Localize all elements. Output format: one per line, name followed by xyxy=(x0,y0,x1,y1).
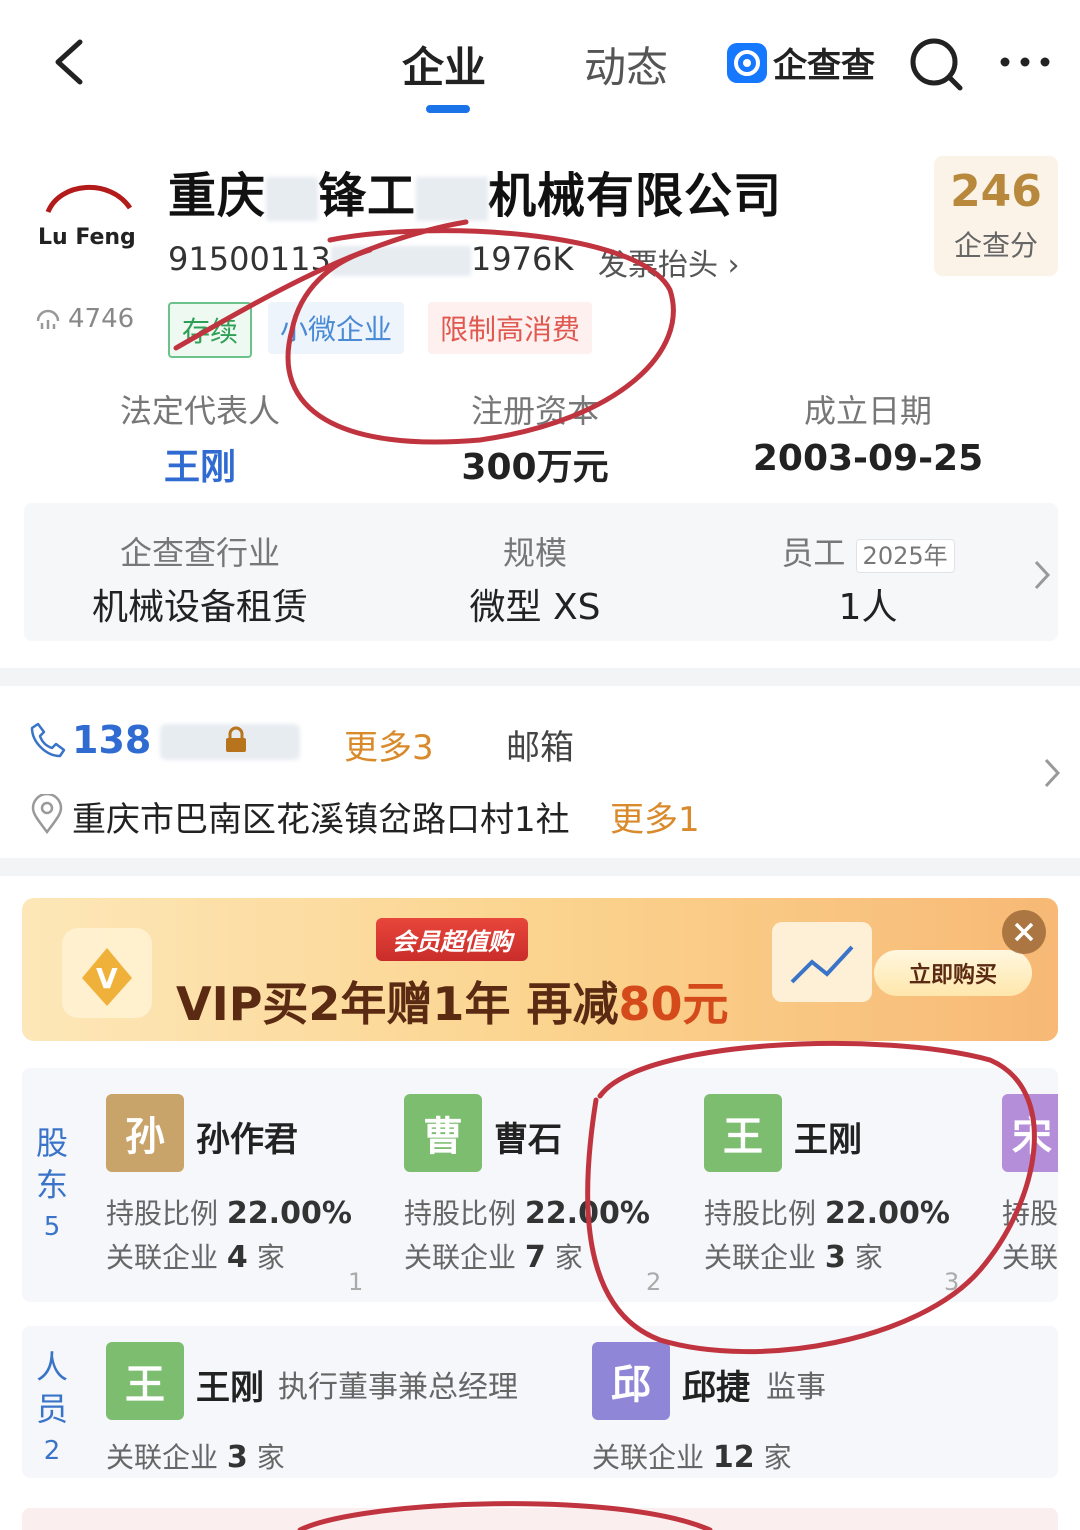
size-badge[interactable]: 小微企业 xyxy=(268,302,405,354)
chevron-right-icon[interactable] xyxy=(1030,558,1052,592)
shareholder-name[interactable]: 孙作君 xyxy=(196,1112,298,1161)
invoice-header-link[interactable]: 发票抬头 › xyxy=(598,240,740,284)
person-role: 监事 xyxy=(766,1370,826,1405)
promo-badge: 会员超值购 xyxy=(376,918,528,961)
back-arrow-icon[interactable] xyxy=(50,38,98,86)
shareholder-ratio: 持股比例 22.00% xyxy=(704,1196,950,1231)
shareholder-related[interactable]: 关联企业 4 家 xyxy=(106,1236,285,1276)
card-index: 3 xyxy=(944,1268,960,1296)
company-address[interactable]: 重庆市巴南区花溪镇岔路口村1社 xyxy=(72,792,570,841)
avatar[interactable]: 曹 xyxy=(404,1094,482,1172)
redacted-block xyxy=(416,177,489,221)
scale-value: 微型 XS xyxy=(469,587,601,628)
founded-label: 成立日期 xyxy=(803,392,932,430)
location-pin-icon xyxy=(31,794,63,834)
qichacha-icon xyxy=(727,42,767,83)
personnel-label[interactable]: 人员2 xyxy=(32,1346,72,1472)
tab-dynamics[interactable]: 动态 xyxy=(584,34,668,95)
capital-label: 注册资本 xyxy=(470,392,599,430)
brand-name: 企查查 xyxy=(773,46,875,86)
phone-icon xyxy=(30,722,66,758)
avatar[interactable]: 孙 xyxy=(106,1094,184,1172)
heat-icon xyxy=(36,309,60,329)
person-role: 执行董事兼总经理 xyxy=(278,1370,518,1405)
avatar[interactable]: 王 xyxy=(106,1342,184,1420)
person-name[interactable]: 邱捷 xyxy=(682,1360,750,1409)
company-logo: Lu Feng xyxy=(38,184,136,250)
email-link[interactable]: 邮箱 xyxy=(506,720,574,769)
shareholder-name[interactable]: 曹石 xyxy=(494,1112,562,1161)
shareholder-ratio-partial: 持股 xyxy=(1002,1197,1059,1230)
search-icon[interactable] xyxy=(908,36,964,92)
legal-rep-value[interactable]: 王刚 xyxy=(50,438,350,490)
person-related[interactable]: 关联企业 3 家 xyxy=(106,1436,285,1476)
industry-label: 企查查行业 xyxy=(119,534,280,572)
status-badge: 存续 xyxy=(168,302,253,358)
section-divider xyxy=(0,858,1080,876)
next-section-edge xyxy=(22,1508,1058,1530)
staff-year-badge: 2025年 xyxy=(855,539,955,573)
vip-crown-icon: V xyxy=(62,928,152,1018)
company-name: 重庆 锋工 机械有限公司 xyxy=(168,168,783,224)
chevron-right-icon[interactable] xyxy=(1040,756,1062,790)
company-score: 246 xyxy=(950,166,1042,217)
tab-enterprise[interactable]: 企业 xyxy=(402,34,486,95)
industry-value: 机械设备租赁 xyxy=(91,587,308,628)
scale-label: 规模 xyxy=(502,534,567,572)
credit-code[interactable]: 91500113 1976K xyxy=(168,240,573,278)
brand-logo[interactable]: 企查查 xyxy=(727,38,875,87)
svg-text:V: V xyxy=(96,962,118,995)
section-divider xyxy=(0,668,1080,686)
shareholder-related-partial: 关联 xyxy=(1002,1241,1059,1274)
person-name[interactable]: 王刚 xyxy=(196,1360,264,1409)
buy-now-button[interactable]: 立即购买 xyxy=(874,950,1032,996)
chart-illustration-icon xyxy=(772,922,872,1002)
avatar[interactable]: 宋 xyxy=(1002,1094,1058,1172)
founded-value: 2003-09-25 xyxy=(752,438,984,479)
staff-label: 员工 2025年 xyxy=(718,528,1018,574)
more-phones-link[interactable]: 更多3 xyxy=(344,720,434,769)
shareholder-ratio: 持股比例 22.00% xyxy=(404,1196,650,1231)
promo-text: VIP买2年赠1年 再减80元 xyxy=(176,977,729,1031)
avatar[interactable]: 王 xyxy=(704,1094,782,1172)
staff-value: 1人 xyxy=(838,587,898,628)
capital-value: 300万元 xyxy=(461,447,609,488)
shareholder-name[interactable]: 王刚 xyxy=(794,1112,862,1161)
restriction-badge[interactable]: 限制高消费 xyxy=(428,302,593,354)
score-label: 企查分 xyxy=(953,229,1038,262)
more-address-link[interactable]: 更多1 xyxy=(610,792,700,841)
shareholder-ratio: 持股比例 22.00% xyxy=(106,1196,352,1231)
redacted-block xyxy=(266,177,319,221)
card-index: 2 xyxy=(646,1268,662,1296)
view-count: 4746 xyxy=(34,304,134,334)
avatar[interactable]: 邱 xyxy=(592,1342,670,1420)
shareholders-label[interactable]: 股东5 xyxy=(32,1122,72,1248)
person-related[interactable]: 关联企业 12 家 xyxy=(592,1436,792,1476)
card-index: 1 xyxy=(348,1268,364,1296)
phone-number[interactable]: 138 xyxy=(72,718,151,762)
close-icon[interactable] xyxy=(1002,910,1046,954)
shareholder-related[interactable]: 关联企业 7 家 xyxy=(404,1236,583,1276)
redacted-block xyxy=(330,246,471,276)
more-icon[interactable] xyxy=(998,44,1052,80)
lock-icon xyxy=(226,726,246,752)
legal-rep-label: 法定代表人 xyxy=(119,392,280,430)
active-tab-indicator xyxy=(426,105,470,113)
svg-text:Lu Feng: Lu Feng xyxy=(38,225,136,250)
shareholder-related[interactable]: 关联企业 3 家 xyxy=(704,1236,883,1276)
